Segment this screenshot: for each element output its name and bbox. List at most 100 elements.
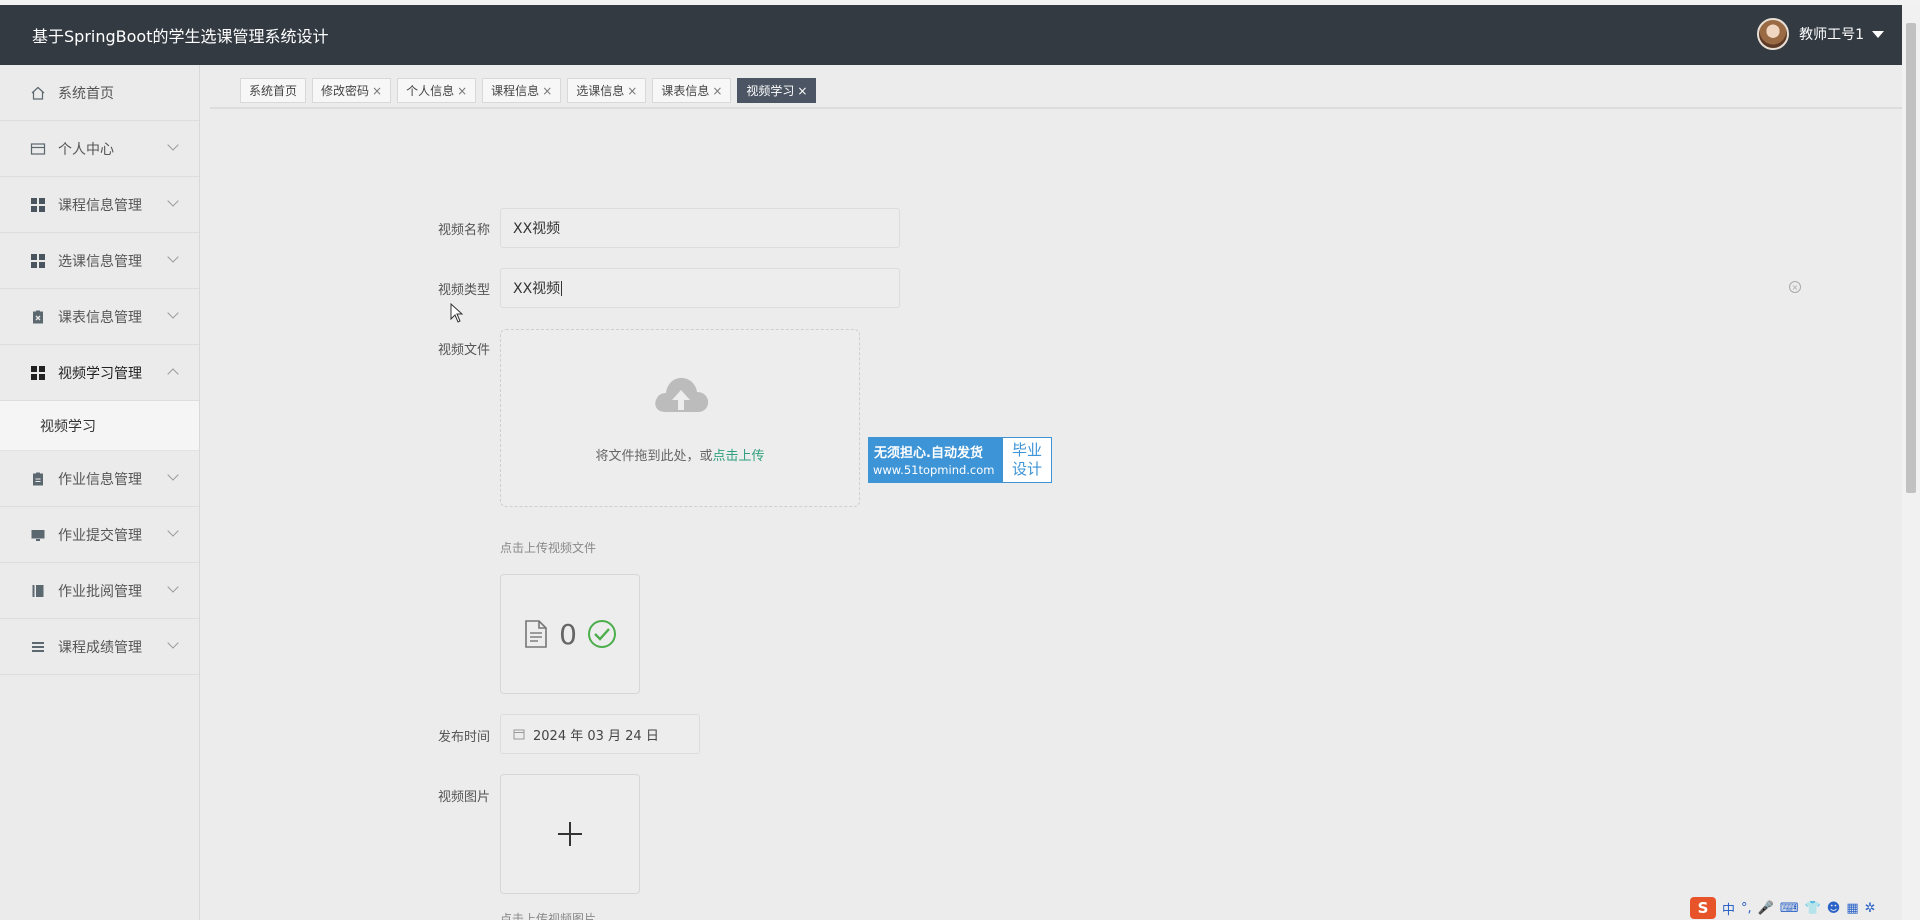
- tab-label: 课表信息: [661, 84, 710, 98]
- publish-time-label: 发布时间: [437, 730, 490, 745]
- tab-label: 系统首页: [249, 84, 298, 98]
- uploaded-file-card[interactable]: 0: [500, 574, 640, 694]
- calendar-icon: [513, 729, 525, 740]
- monitor-icon: [30, 527, 46, 543]
- close-icon[interactable]: ×: [457, 84, 467, 98]
- sidebar-item-timetable-info[interactable]: 课表信息管理: [0, 289, 199, 345]
- video-image-hint: 点击上传视频图片: [500, 912, 597, 920]
- keyboard-icon[interactable]: ⌨: [1780, 901, 1799, 916]
- avatar[interactable]: [1757, 18, 1790, 50]
- tab-home[interactable]: 系统首页: [240, 78, 307, 103]
- sidebar-item-course-info[interactable]: 课程信息管理: [0, 177, 199, 233]
- chevron-down-icon: [167, 581, 179, 593]
- sidebar-item-label: 作业信息管理: [58, 471, 142, 488]
- tab-course-info[interactable]: 课程信息 ×: [482, 78, 562, 103]
- video-image-label: 视频图片: [437, 790, 490, 805]
- video-type-label: 视频类型: [437, 283, 490, 298]
- image-upload-button[interactable]: [500, 774, 640, 894]
- robot-icon[interactable]: ☻: [1827, 901, 1841, 916]
- ad-banner-line1: 无须担心.自动发货: [874, 446, 983, 461]
- top-header: 基于SpringBoot的学生选课管理系统设计 教师工号1: [0, 0, 1920, 65]
- sidebar-item-grade-management[interactable]: 课程成绩管理: [0, 619, 199, 675]
- ime-lang[interactable]: 中: [1722, 899, 1735, 918]
- chevron-down-icon: [167, 525, 179, 537]
- caret-down-icon[interactable]: [1872, 30, 1884, 38]
- tab-personal-info[interactable]: 个人信息 ×: [397, 78, 477, 103]
- sidebar-item-homework-review[interactable]: 作业批阅管理: [0, 563, 199, 619]
- tab-label: 视频学习: [746, 84, 795, 98]
- upload-link[interactable]: 点击上传: [713, 449, 765, 464]
- chevron-down-icon: [167, 307, 179, 319]
- video-name-input[interactable]: XX视频: [500, 208, 900, 248]
- skin-icon[interactable]: 👕: [1805, 901, 1821, 916]
- sidebar-item-label: 课程成绩管理: [58, 639, 142, 656]
- sidebar-item-home[interactable]: 系统首页: [0, 65, 199, 121]
- ad-banner-left: 无须担心.自动发货 www.51topmind.com: [869, 438, 1003, 482]
- clear-circle-icon[interactable]: ×: [1789, 281, 1801, 293]
- book-icon: [30, 583, 46, 599]
- tab-change-password[interactable]: 修改密码 ×: [312, 78, 392, 103]
- sidebar-item-label: 个人中心: [58, 141, 114, 158]
- tab-selection-info[interactable]: 选课信息 ×: [567, 78, 647, 103]
- video-name-label: 视频名称: [437, 223, 490, 238]
- sogou-logo-icon[interactable]: S: [1690, 897, 1716, 919]
- text-cursor: [561, 280, 563, 296]
- chevron-down-icon: [167, 195, 179, 207]
- upload-instruction: 将文件拖到此处，或点击上传: [501, 445, 859, 464]
- clipboard-icon: [30, 471, 46, 487]
- grid-icon: [30, 253, 46, 269]
- mouse-pointer-icon: [450, 303, 464, 323]
- grid-icon: [30, 197, 46, 213]
- ad-banner-right1: 毕业: [1011, 441, 1042, 459]
- close-icon[interactable]: ×: [797, 84, 807, 98]
- sidebar-item-video-learning[interactable]: 视频学习管理: [0, 345, 199, 401]
- sidebar-item-selection-info[interactable]: 选课信息管理: [0, 233, 199, 289]
- chevron-down-icon: [167, 469, 179, 481]
- upload-instruction-text: 将文件拖到此处，或: [595, 449, 713, 464]
- home-icon: [30, 85, 46, 101]
- sidebar-item-label: 课程信息管理: [58, 197, 142, 214]
- ime-toolbar[interactable]: S 中 °, 🎤 ⌨ 👕 ☻ ▦ ✲: [1690, 896, 1900, 920]
- ad-banner-right2: 设计: [1011, 460, 1042, 478]
- cloud-upload-icon: [655, 377, 709, 412]
- video-type-value: XX视频: [513, 281, 561, 297]
- list-icon: [30, 639, 46, 655]
- tab-bar: 系统首页 修改密码 × 个人信息 × 课程信息 × 选课信息 × 课表信息 × 视频学习 ×: [210, 78, 817, 108]
- video-type-input[interactable]: XX视频: [500, 268, 900, 308]
- chevron-down-icon: [167, 139, 179, 151]
- page-scrollbar[interactable]: [1902, 5, 1920, 920]
- tab-label: 选课信息: [576, 84, 625, 98]
- punctuation-icon[interactable]: °,: [1741, 901, 1752, 916]
- sidebar-item-homework-info[interactable]: 作业信息管理: [0, 451, 199, 507]
- sidebar-item-personal-center[interactable]: 个人中心: [0, 121, 199, 177]
- settings-icon[interactable]: ✲: [1865, 901, 1876, 916]
- close-icon[interactable]: ×: [627, 84, 637, 98]
- sidebar: 系统首页 个人中心 课程信息管理 选课信息管理 课表信息管理 视频学习管理 视频…: [0, 65, 200, 920]
- sidebar-item-homework-submit[interactable]: 作业提交管理: [0, 507, 199, 563]
- file-count: 0: [559, 617, 577, 651]
- sidebar-subitem-video-learning[interactable]: 视频学习: [0, 401, 199, 451]
- scrollbar-thumb[interactable]: [1906, 23, 1916, 493]
- video-file-hint: 点击上传视频文件: [500, 541, 597, 555]
- toolbox-icon[interactable]: ▦: [1846, 901, 1858, 916]
- microphone-icon[interactable]: 🎤: [1758, 901, 1774, 916]
- document-icon: [525, 620, 547, 648]
- sidebar-item-label: 选课信息管理: [58, 253, 142, 270]
- close-icon[interactable]: ×: [712, 84, 722, 98]
- app-title: 基于SpringBoot的学生选课管理系统设计: [32, 27, 329, 46]
- ad-banner-right: 毕业 设计: [1003, 438, 1051, 482]
- publish-date-picker[interactable]: 2024 年 03 月 24 日: [500, 714, 700, 754]
- user-menu[interactable]: 教师工号1: [1757, 17, 1884, 51]
- tab-video-learning[interactable]: 视频学习 ×: [737, 78, 817, 103]
- sidebar-item-label: 课表信息管理: [58, 309, 142, 326]
- close-icon[interactable]: ×: [542, 84, 552, 98]
- chevron-down-icon: [167, 637, 179, 649]
- file-upload-dropzone[interactable]: 将文件拖到此处，或点击上传: [500, 329, 860, 507]
- publish-date-value: 2024 年 03 月 24 日: [533, 728, 659, 744]
- sidebar-item-label: 视频学习管理: [58, 365, 142, 382]
- user-label[interactable]: 教师工号1: [1799, 24, 1864, 44]
- tab-timetable-info[interactable]: 课表信息 ×: [652, 78, 732, 103]
- card-icon: [30, 141, 46, 157]
- close-icon[interactable]: ×: [372, 84, 382, 98]
- video-name-value: XX视频: [513, 221, 561, 237]
